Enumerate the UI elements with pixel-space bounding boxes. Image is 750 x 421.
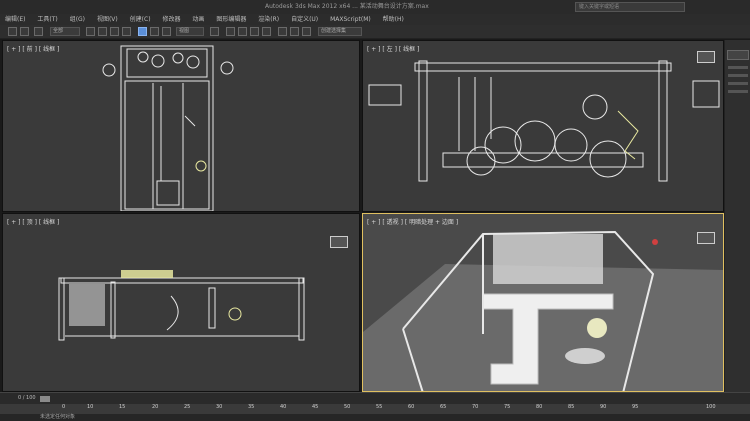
tick-label: 90: [600, 404, 607, 410]
tick-label: 35: [248, 404, 255, 410]
menu-group[interactable]: 组(G): [65, 14, 90, 25]
menu-customize[interactable]: 自定义(U): [286, 14, 323, 25]
angle-snap-icon[interactable]: [238, 27, 247, 36]
selection-filter-dropdown[interactable]: 全部: [50, 27, 80, 36]
tick-label: 50: [344, 404, 351, 410]
select-object-icon[interactable]: [86, 27, 95, 36]
frame-counter: 0 / 100: [18, 395, 36, 401]
time-slider-handle[interactable]: [40, 396, 50, 402]
scale-icon[interactable]: [162, 27, 171, 36]
menu-views[interactable]: 视图(V): [92, 14, 123, 25]
menu-animation[interactable]: 动画: [187, 14, 209, 25]
front-view-wireframe: [102, 45, 234, 211]
highlighted-object: [121, 270, 173, 278]
viewport-front[interactable]: [ + ] [ 前 ] [ 线框 ]: [2, 40, 360, 212]
tick-label: 40: [280, 404, 287, 410]
layer-icon[interactable]: [302, 27, 311, 36]
menu-bar: 编辑(E) 工具(T) 组(G) 视图(V) 创建(C) 修改器 动画 图形编辑…: [0, 14, 750, 25]
tick-label: 55: [376, 404, 383, 410]
link-icon[interactable]: [34, 27, 43, 36]
menu-graph-editors[interactable]: 图形编辑器: [211, 14, 251, 25]
menu-tools[interactable]: 工具(T): [32, 14, 62, 25]
command-panel: [724, 40, 750, 392]
light-icon: [652, 239, 658, 245]
main-toolbar: 全部 视图 创建选择集: [0, 25, 750, 39]
tick-label: 15: [119, 404, 126, 410]
menu-maxscript[interactable]: MAXScript(M): [325, 14, 376, 25]
tick-label: 20: [152, 404, 159, 410]
select-by-name-icon[interactable]: [98, 27, 107, 36]
viewport-left[interactable]: [ + ] [ 左 ] [ 线框 ]: [362, 40, 724, 212]
tick-label: 25: [184, 404, 191, 410]
tick-label: 85: [568, 404, 575, 410]
tick-label: 0: [62, 404, 66, 410]
tick-label: 10: [87, 404, 94, 410]
search-input[interactable]: 键入关键字或短语: [575, 2, 685, 12]
create-tab[interactable]: [727, 50, 749, 60]
time-slider[interactable]: 0 / 100: [0, 392, 750, 404]
tick-label: 100: [706, 404, 716, 410]
track-bar[interactable]: 0 10 15 20 25 30 35 40 45 50 55 60 65 70…: [0, 404, 750, 414]
menu-edit[interactable]: 编辑(E): [0, 14, 30, 25]
menu-create[interactable]: 创建(C): [125, 14, 156, 25]
mirror-icon[interactable]: [278, 27, 287, 36]
status-text: 未选定任何对象: [40, 414, 76, 420]
tick-label: 75: [504, 404, 511, 410]
viewport-perspective[interactable]: [ + ] [ 透视 ] [ 明暗处理 + 边面 ]: [362, 213, 724, 392]
left-view-wireframe: [368, 60, 720, 182]
tick-label: 70: [472, 404, 479, 410]
named-selection-set-field[interactable]: 创建选择集: [318, 27, 362, 36]
redo-icon[interactable]: [20, 27, 29, 36]
reference-coord-dropdown[interactable]: 视图: [176, 27, 204, 36]
perspective-view-shaded: [363, 230, 723, 391]
tick-label: 80: [536, 404, 543, 410]
rect-region-icon[interactable]: [110, 27, 119, 36]
rotate-icon[interactable]: [150, 27, 159, 36]
menu-help[interactable]: 帮助(H): [378, 14, 409, 25]
tick-label: 95: [632, 404, 639, 410]
menu-rendering[interactable]: 渲染(R): [253, 14, 284, 25]
tick-label: 65: [440, 404, 447, 410]
undo-icon[interactable]: [8, 27, 17, 36]
spinner-snap-icon[interactable]: [262, 27, 271, 36]
top-view-wireframe: [58, 270, 305, 341]
title-bar: Autodesk 3ds Max 2012 x64 ... 某活动舞台设计方案.…: [0, 0, 750, 14]
snap-toggle-icon[interactable]: [226, 27, 235, 36]
tick-label: 60: [408, 404, 415, 410]
menu-modifiers[interactable]: 修改器: [157, 14, 185, 25]
align-icon[interactable]: [290, 27, 299, 36]
percent-snap-icon[interactable]: [250, 27, 259, 36]
tick-label: 30: [216, 404, 223, 410]
window-crossing-icon[interactable]: [122, 27, 131, 36]
pivot-icon[interactable]: [210, 27, 219, 36]
tick-label: 45: [312, 404, 319, 410]
move-icon[interactable]: [138, 27, 147, 36]
status-bar: 未选定任何对象: [0, 414, 750, 421]
window-title: Autodesk 3ds Max 2012 x64 ... 某活动舞台设计方案.…: [265, 3, 429, 10]
viewport-top[interactable]: [ + ] [ 顶 ] [ 线框 ]: [2, 213, 360, 392]
